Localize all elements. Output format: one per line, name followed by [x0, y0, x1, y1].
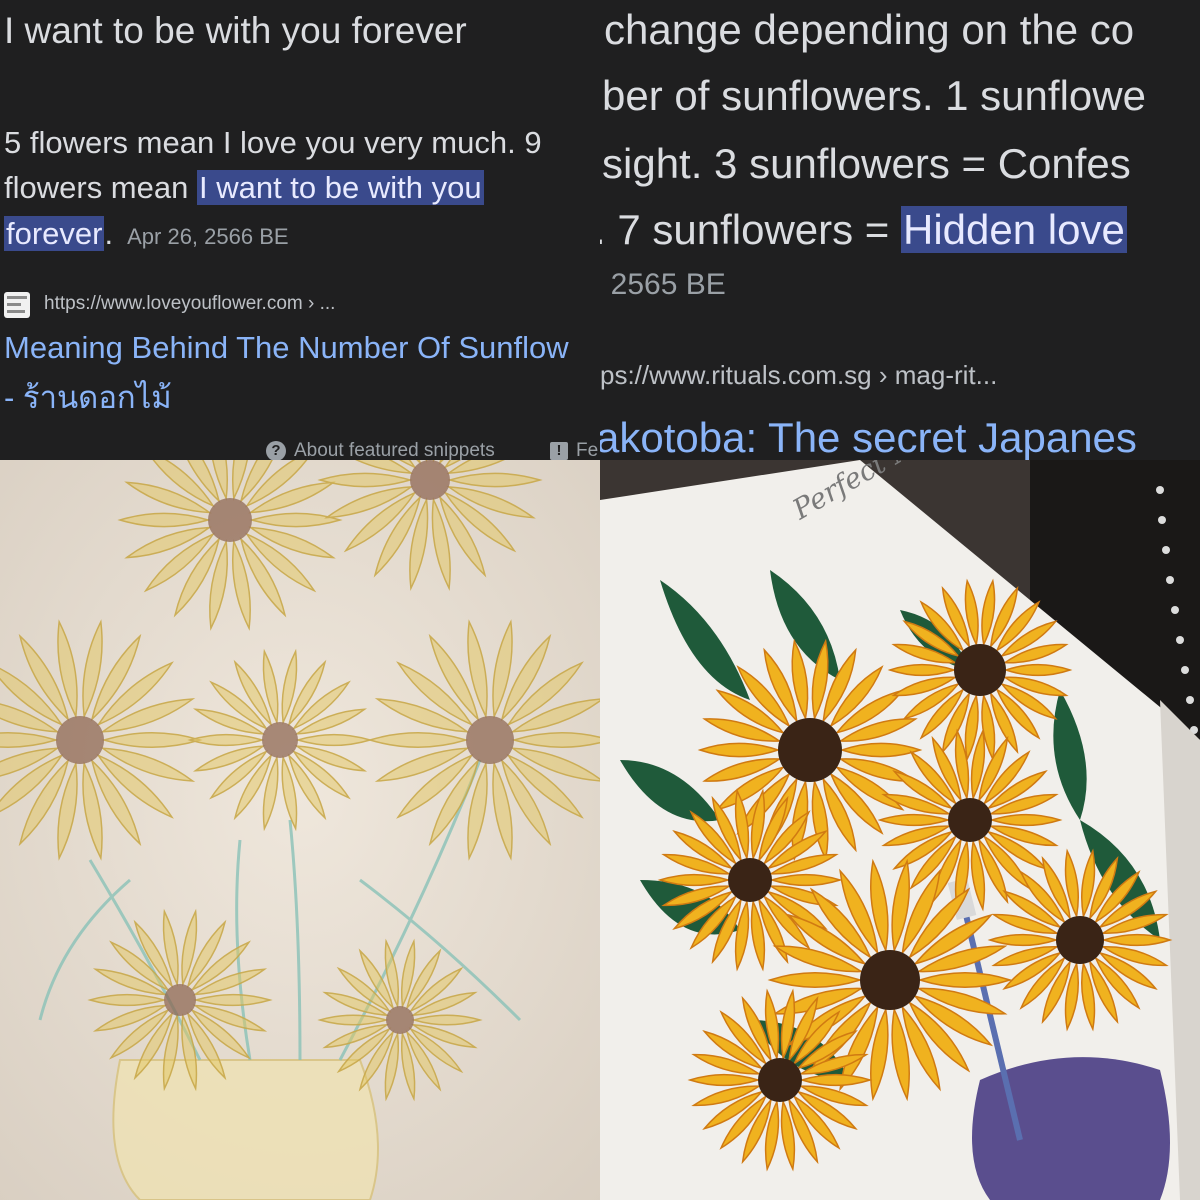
feedback-icon[interactable]: ! — [550, 442, 568, 460]
search-result-panel-right: change depending on the co ber of sunflo… — [600, 0, 1200, 460]
snippet-heading: I want to be with you forever — [4, 10, 467, 51]
snippet-text: flowers mean — [4, 170, 197, 205]
about-featured-snippets-label: About featured snippets — [294, 440, 495, 460]
search-result-panel-left: I want to be with you forever 5 flowers … — [0, 0, 600, 460]
snippet-text-line: . 7 sunflowers = Hidden love — [600, 206, 1127, 254]
result-title-link[interactable]: akotoba: The secret Japanes — [600, 414, 1137, 460]
painting-drawing: Perfect Match — [600, 460, 1200, 1200]
snippet-date: , 2565 BE — [600, 268, 726, 301]
result-url[interactable]: ps://www.rituals.com.sg › mag-rit... — [600, 360, 997, 391]
result-title-link-continued[interactable]: - ร้านดอกไม้ — [4, 372, 172, 422]
feedback-label[interactable]: Fe — [576, 440, 598, 460]
sunflower-sketch-image — [0, 460, 600, 1200]
snippet-text-line: ber of sunflowers. 1 sunflowe — [602, 72, 1146, 119]
sketch-drawing — [0, 460, 600, 1200]
about-featured-snippets-link[interactable]: ? About featured snippets — [266, 440, 495, 460]
snippet-highlight: I want to be with you — [196, 170, 484, 205]
result-url[interactable]: https://www.loveyouflower.com › ... — [44, 293, 335, 315]
snippet-text-line: flowers mean I want to be with you — [4, 170, 484, 206]
snippet-text: . — [104, 216, 114, 251]
snippet-highlight: Hidden love — [900, 206, 1127, 253]
result-title-link[interactable]: Meaning Behind The Number Of Sunflow — [4, 330, 569, 366]
collage: I want to be with you forever 5 flowers … — [0, 0, 1200, 1200]
snippet-text: . 7 sunflowers = — [600, 206, 901, 253]
snippet-highlight: forever — [4, 216, 105, 251]
help-icon: ? — [266, 440, 286, 460]
site-favicon — [4, 292, 30, 318]
sunflower-painting-image: Perfect Match — [600, 460, 1200, 1200]
snippet-date: Apr 26, 2566 BE — [127, 224, 289, 249]
snippet-text-line: 5 flowers mean I love you very much. 9 — [4, 125, 542, 160]
snippet-text-line: forever. Apr 26, 2566 BE — [4, 216, 289, 252]
snippet-text-line: sight. 3 sunflowers = Confes — [602, 140, 1131, 187]
snippet-text-line: change depending on the co — [604, 6, 1135, 53]
